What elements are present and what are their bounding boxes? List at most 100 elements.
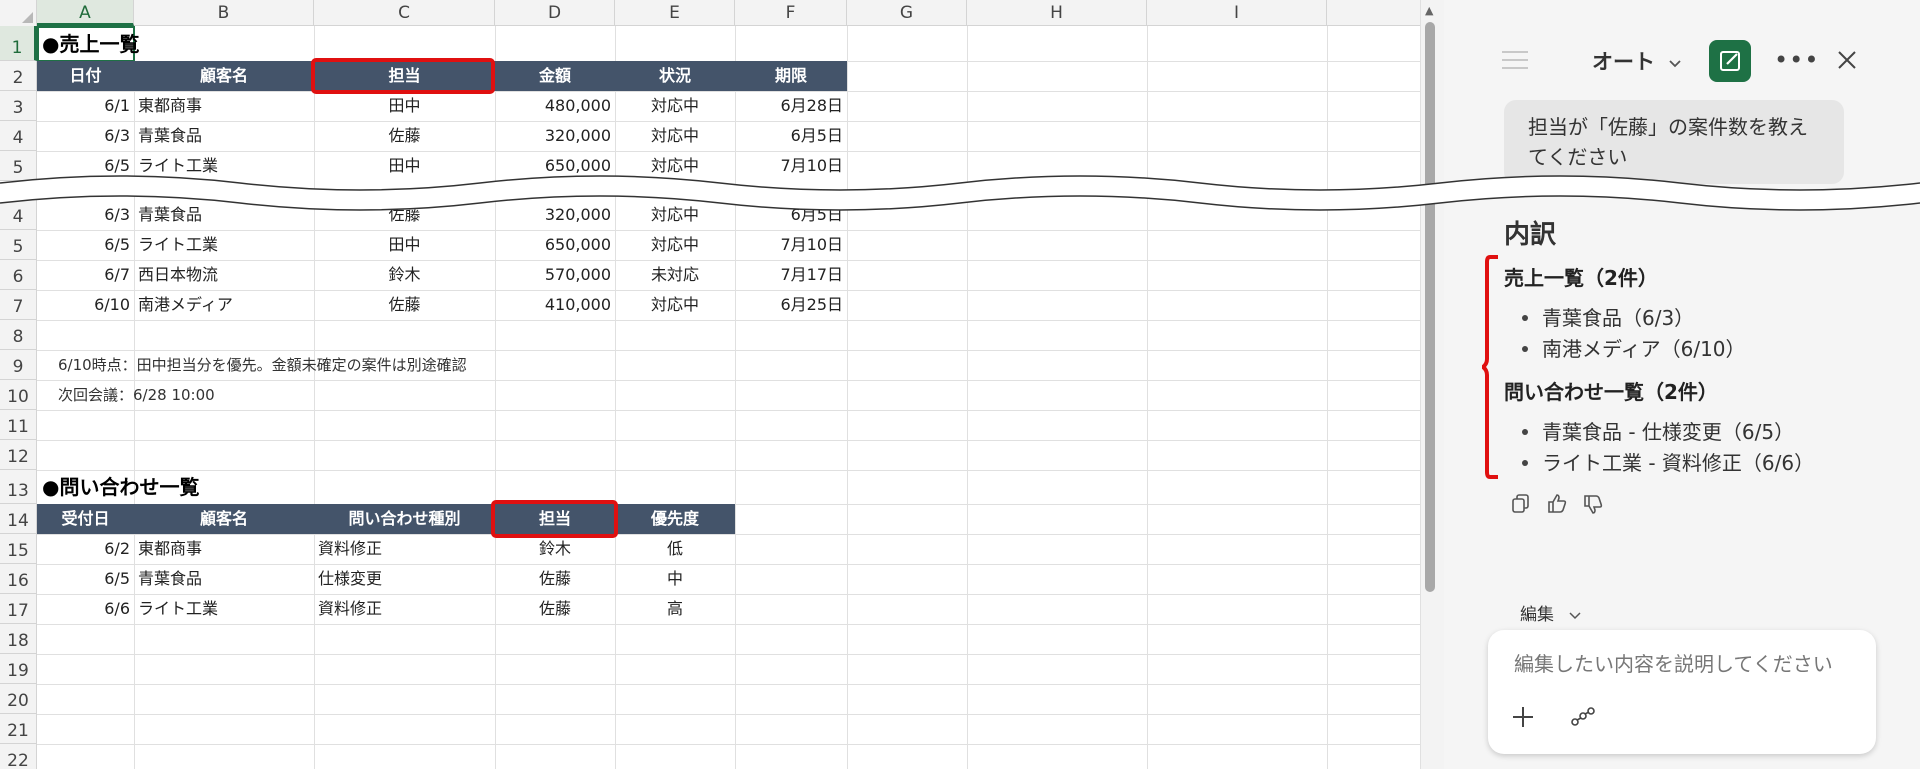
select-all-corner[interactable] (0, 0, 37, 26)
row-header-22[interactable]: 22 (0, 744, 37, 769)
menu-icon[interactable] (1502, 50, 1528, 70)
cell[interactable]: 鈴木 (314, 260, 495, 290)
row-header-6[interactable]: 6 (0, 260, 37, 290)
cell[interactable]: 田中 (314, 230, 495, 260)
cell[interactable]: 佐藤 (314, 290, 495, 320)
column-header-h[interactable]: H (967, 0, 1147, 26)
row-header-8[interactable]: 8 (0, 320, 37, 350)
cell[interactable]: 320,000 (495, 121, 615, 151)
row-header-16[interactable]: 16 (0, 564, 37, 594)
cell[interactable]: 6/6 (37, 594, 134, 624)
row-header-12[interactable]: 12 (0, 440, 37, 470)
cell[interactable]: 570,000 (495, 260, 615, 290)
cell[interactable]: 青葉食品 (134, 121, 314, 151)
connector-icon[interactable] (1570, 706, 1596, 728)
mode-selector[interactable]: オート (1592, 46, 1682, 76)
row-header-1[interactable]: 1 (0, 26, 37, 61)
cell[interactable]: 6月28日 (735, 91, 847, 121)
cell[interactable]: 中 (615, 564, 735, 594)
cell[interactable]: 鈴木 (495, 534, 615, 564)
cell[interactable]: 高 (615, 594, 735, 624)
cell[interactable]: 6/7 (37, 260, 134, 290)
cell[interactable]: ライト工業 (134, 230, 314, 260)
row-header-3[interactable]: 3 (0, 91, 37, 121)
cell[interactable]: 6/2 (37, 534, 134, 564)
cell[interactable]: 6/3 (37, 121, 134, 151)
plus-icon[interactable] (1512, 706, 1534, 728)
cell[interactable]: 6/5 (37, 230, 134, 260)
cell[interactable]: 6/1 (37, 91, 134, 121)
row-header-19[interactable]: 19 (0, 654, 37, 684)
row-header-4[interactable]: 4 (0, 121, 37, 151)
scrollbar-thumb[interactable] (1425, 22, 1435, 592)
cell[interactable]: 東都商事 (134, 534, 314, 564)
cell[interactable]: 対応中 (615, 290, 735, 320)
row-header-5b[interactable]: 5 (0, 230, 37, 260)
cell[interactable]: 佐藤 (495, 594, 615, 624)
column-header-f[interactable]: F (735, 0, 847, 26)
cell[interactable]: 6月25日 (735, 290, 847, 320)
column-header-i[interactable]: I (1147, 0, 1327, 26)
column-header-b[interactable]: B (134, 0, 314, 26)
cell[interactable]: 410,000 (495, 290, 615, 320)
row-header-9[interactable]: 9 (0, 350, 37, 380)
cell[interactable]: 低 (615, 534, 735, 564)
thumbs-up-icon[interactable] (1546, 492, 1568, 514)
row-header-21[interactable]: 21 (0, 714, 37, 744)
scroll-up-icon[interactable]: ▲ (1425, 4, 1433, 17)
note-priority[interactable]: 6/10時点：田中担当分を優先。金額未確定の案件は別途確認 (58, 350, 467, 380)
row-header-13[interactable]: 13 (0, 470, 37, 504)
row-header-10[interactable]: 10 (0, 380, 37, 410)
page-break-cut (0, 175, 1920, 211)
cell[interactable]: 西日本物流 (134, 260, 314, 290)
thumbs-down-icon[interactable] (1582, 494, 1604, 516)
row-header-7[interactable]: 7 (0, 290, 37, 320)
cell[interactable]: 佐藤 (495, 564, 615, 594)
cell[interactable]: ライト工業 (134, 594, 314, 624)
spreadsheet-grid[interactable]: A B C D E F G H I 1 2 3 4 5 ●売上一覧 日付 顧客名… (0, 0, 1420, 769)
cell[interactable]: 東都商事 (134, 91, 314, 121)
cell[interactable]: 6/10 (37, 290, 134, 320)
row-header-20[interactable]: 20 (0, 684, 37, 714)
column-header-a[interactable]: A (37, 0, 134, 26)
row-header-14[interactable]: 14 (0, 504, 37, 534)
cell[interactable]: 未対応 (615, 260, 735, 290)
cell[interactable]: 田中 (314, 91, 495, 121)
row-header-2[interactable]: 2 (0, 61, 37, 91)
column-header-e[interactable]: E (615, 0, 735, 26)
cell[interactable]: 資料修正 (314, 534, 495, 564)
cell[interactable]: 480,000 (495, 91, 615, 121)
cell[interactable]: 佐藤 (314, 121, 495, 151)
column-header-g[interactable]: G (847, 0, 967, 26)
cell[interactable]: 7月10日 (735, 230, 847, 260)
new-chat-button[interactable] (1709, 40, 1751, 82)
cell[interactable]: 対応中 (615, 91, 735, 121)
edit-mode-dropdown[interactable]: 編集 (1520, 600, 1581, 625)
cell[interactable]: 対応中 (615, 121, 735, 151)
cell[interactable]: 6月5日 (735, 121, 847, 151)
close-icon[interactable] (1837, 50, 1857, 70)
cell[interactable]: 青葉食品 (134, 564, 314, 594)
column-header-c[interactable]: C (314, 0, 495, 26)
row-header-18[interactable]: 18 (0, 624, 37, 654)
list-item-text: 南港メディア（6/10） (1542, 337, 1746, 361)
cell[interactable]: 南港メディア (134, 290, 314, 320)
row-header-17[interactable]: 17 (0, 594, 37, 624)
cell[interactable]: 資料修正 (314, 594, 495, 624)
prompt-input-box[interactable]: 編集したい内容を説明してください (1488, 630, 1876, 754)
column-header-d[interactable]: D (495, 0, 615, 26)
prompt-placeholder[interactable]: 編集したい内容を説明してください (1514, 648, 1833, 677)
copy-icon[interactable] (1512, 494, 1530, 514)
cell[interactable]: 6/5 (37, 564, 134, 594)
cell[interactable]: 対応中 (615, 230, 735, 260)
more-options-icon[interactable]: ••• (1774, 46, 1819, 74)
inquiry-header-customer: 顧客名 (199, 509, 248, 528)
cell[interactable]: 650,000 (495, 230, 615, 260)
inquiry-title: ●問い合わせ一覧 (42, 475, 200, 499)
note-next-meeting[interactable]: 次回会議：6/28 10:00 (58, 380, 215, 410)
response-highlight-bracket (1482, 255, 1498, 479)
cell[interactable]: 7月17日 (735, 260, 847, 290)
cell[interactable]: 仕様変更 (314, 564, 495, 594)
row-header-11[interactable]: 11 (0, 410, 37, 440)
row-header-15[interactable]: 15 (0, 534, 37, 564)
